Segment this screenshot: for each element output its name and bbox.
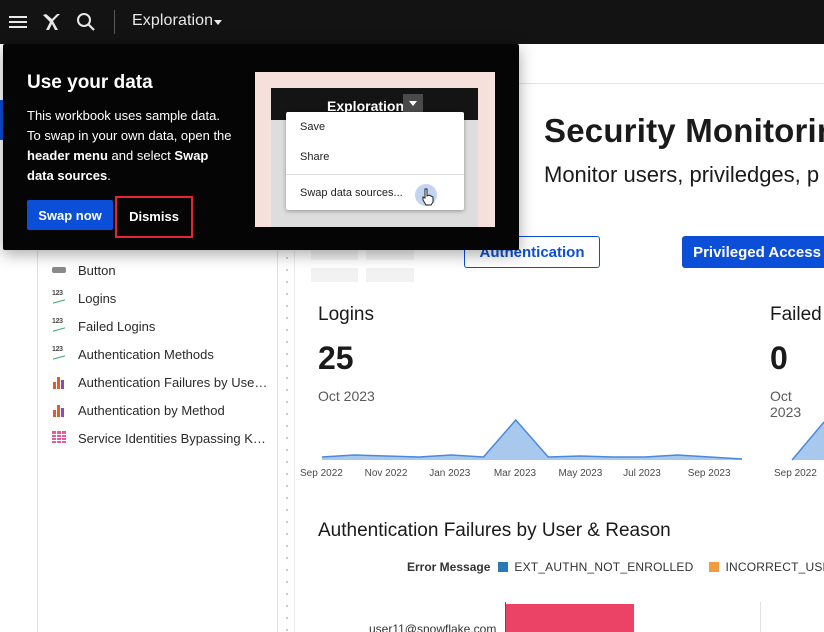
placeholder-block [311, 268, 358, 282]
bar-chart-icon [52, 375, 68, 389]
kpi-title-failed: Failed [770, 304, 822, 325]
body-text: This workbook uses sample data. To swap … [27, 108, 232, 143]
kpi-value-logins: 25 [318, 340, 354, 376]
kpi-title-logins: Logins [318, 304, 374, 325]
use-your-data-popover: Use your data This workbook uses sample … [3, 44, 519, 250]
legend-swatch [709, 562, 720, 572]
button-icon [52, 263, 68, 277]
legend-item[interactable]: INCORRECT_USERNA [725, 560, 824, 574]
tick-label: Sep 2022 [300, 468, 343, 479]
preview-menu-item: Save [300, 121, 326, 133]
chart-legend: Error Message EXT_AUTHN_NOT_ENROLLED INC… [407, 560, 824, 574]
preview-menu-divider [286, 174, 464, 175]
tick-label: Sep 2022 [774, 468, 817, 479]
sidebar-item-authentication-failures[interactable]: Authentication Failures by Use… [52, 372, 267, 392]
sidebar-item-logins[interactable]: 123 Logins [52, 288, 116, 308]
bar[interactable] [506, 604, 634, 632]
preview-menu-item: Swap data sources... [300, 187, 403, 199]
sidebar-item-label: Authentication Methods [78, 346, 214, 362]
sidebar-item-label: Failed Logins [78, 318, 156, 334]
sidebar-item-button[interactable]: Button [52, 260, 116, 280]
tick-label: Jul 2023 [623, 468, 661, 479]
tick-label: May 2023 [558, 468, 603, 479]
tick-label: Sep 2023 [687, 468, 731, 479]
logo-icon[interactable] [40, 10, 64, 34]
popover-body: This workbook uses sample data. To swap … [27, 106, 237, 186]
preview-menu-item: Share [300, 151, 330, 163]
sidebar-item-label: Authentication Failures by Use… [78, 374, 268, 390]
sidebar-item-failed-logins[interactable]: 123 Failed Logins [52, 316, 155, 336]
sidebar-item-authentication-methods[interactable]: 123 Authentication Methods [52, 344, 214, 364]
bar-chart-icon [52, 403, 68, 417]
legend-title: Error Message [407, 560, 491, 574]
search-icon[interactable] [74, 10, 98, 34]
body-emphasis-header-menu: header menu [27, 148, 108, 163]
tick-label: Jan 2023 [429, 468, 471, 479]
top-bar: Exploration [0, 0, 824, 44]
topbar-divider [114, 10, 115, 34]
privileged-access-button[interactable]: Privileged Access [682, 236, 824, 268]
category-label: user11@snowflake.com [369, 622, 497, 632]
chart-title: Authentication Failures by User & Reason [318, 520, 671, 541]
preview-image: Exploration Save Share Swap data sources… [255, 72, 495, 227]
hand-cursor-icon [422, 188, 434, 206]
sidebar-item-service-identities[interactable]: Service Identities Bypassing Ke… [52, 428, 272, 448]
chevron-down-icon[interactable] [214, 20, 222, 25]
sparkline-area [322, 420, 742, 460]
placeholder-block [366, 268, 414, 282]
sidebar-item-authentication-by-method[interactable]: Authentication by Method [52, 400, 225, 420]
page-subtitle: Monitor users, priviledges, p [544, 162, 820, 187]
workbook-title[interactable]: Exploration [132, 12, 213, 30]
body-text: . [107, 168, 111, 183]
kpi-date-logins: Oct 2023 [318, 388, 375, 404]
body-text: and select [107, 148, 175, 163]
swap-now-button[interactable]: Swap now [27, 200, 113, 230]
hamburger-menu-icon[interactable] [6, 10, 30, 34]
tick-label: Mar 2023 [493, 468, 537, 479]
chevron-down-icon [409, 101, 417, 106]
page-title: Security Monitorin [544, 112, 824, 149]
legend-item[interactable]: EXT_AUTHN_NOT_ENROLLED [514, 560, 693, 574]
grid-line [760, 602, 761, 632]
table-icon [52, 431, 68, 445]
popover-title: Use your data [27, 72, 153, 93]
sidebar-item-label: Logins [78, 290, 117, 306]
popover-arrow [215, 80, 231, 88]
dismiss-button[interactable]: Dismiss [115, 196, 193, 238]
sidebar-item-label: Service Identities Bypassing Ke… [78, 430, 272, 446]
preview-menu: Save Share Swap data sources... [286, 112, 464, 210]
kpi-value-failed: 0 [770, 340, 788, 376]
sidebar-item-label: Button [78, 262, 116, 278]
failed-logins-sparkline [791, 421, 824, 461]
y-axis-line [505, 602, 506, 632]
kpi-icon: 123 [52, 290, 68, 305]
sidebar-item-label: Authentication by Method [78, 402, 225, 418]
legend-swatch [498, 562, 509, 572]
kpi-icon: 123 [52, 318, 68, 333]
kpi-icon: 123 [52, 346, 68, 361]
tick-label: Nov 2022 [364, 468, 408, 479]
logins-sparkline [321, 418, 743, 460]
